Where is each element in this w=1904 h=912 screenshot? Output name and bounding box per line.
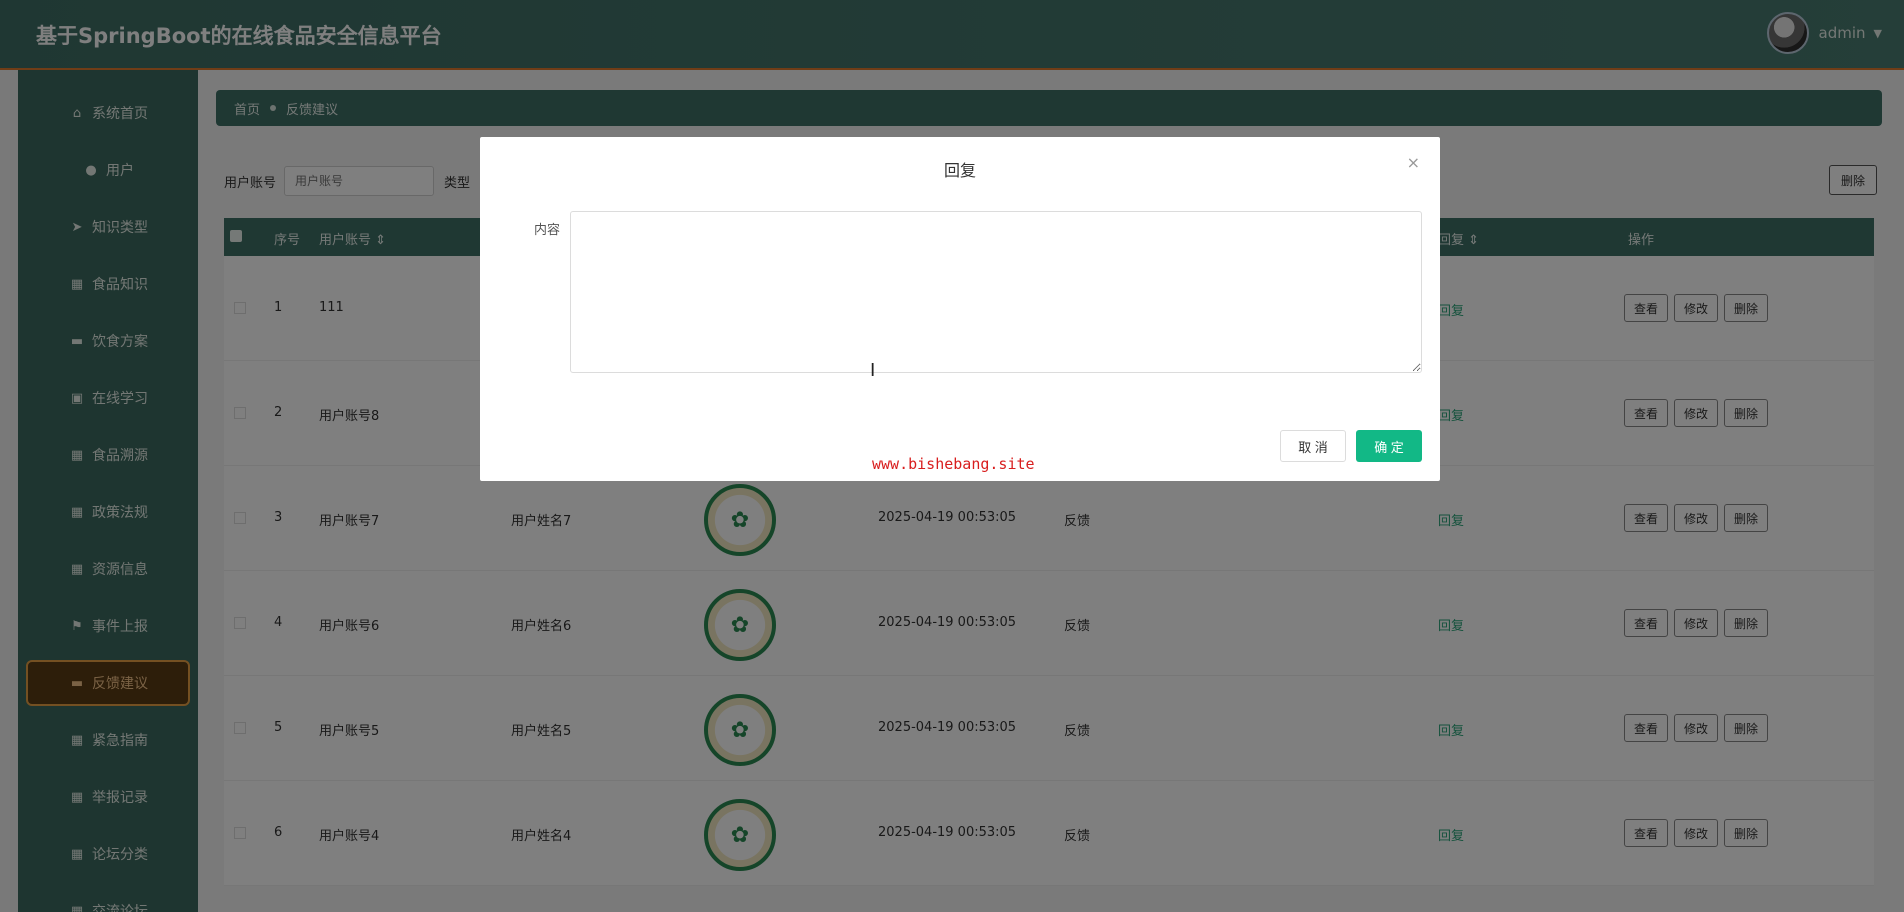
watermark-text: www.bishebang.site bbox=[872, 455, 1035, 473]
reply-dialog: 回复 × 内容 取 消 确 定 www.bishebang.site bbox=[480, 137, 1440, 481]
text-cursor-icon: I bbox=[870, 360, 876, 381]
confirm-button[interactable]: 确 定 bbox=[1356, 430, 1422, 462]
dialog-title: 回复 bbox=[943, 161, 976, 180]
content-label: 内容 bbox=[534, 223, 561, 238]
close-icon[interactable]: × bbox=[1407, 153, 1420, 172]
cancel-button[interactable]: 取 消 bbox=[1280, 430, 1346, 462]
content-textarea[interactable] bbox=[570, 211, 1422, 373]
